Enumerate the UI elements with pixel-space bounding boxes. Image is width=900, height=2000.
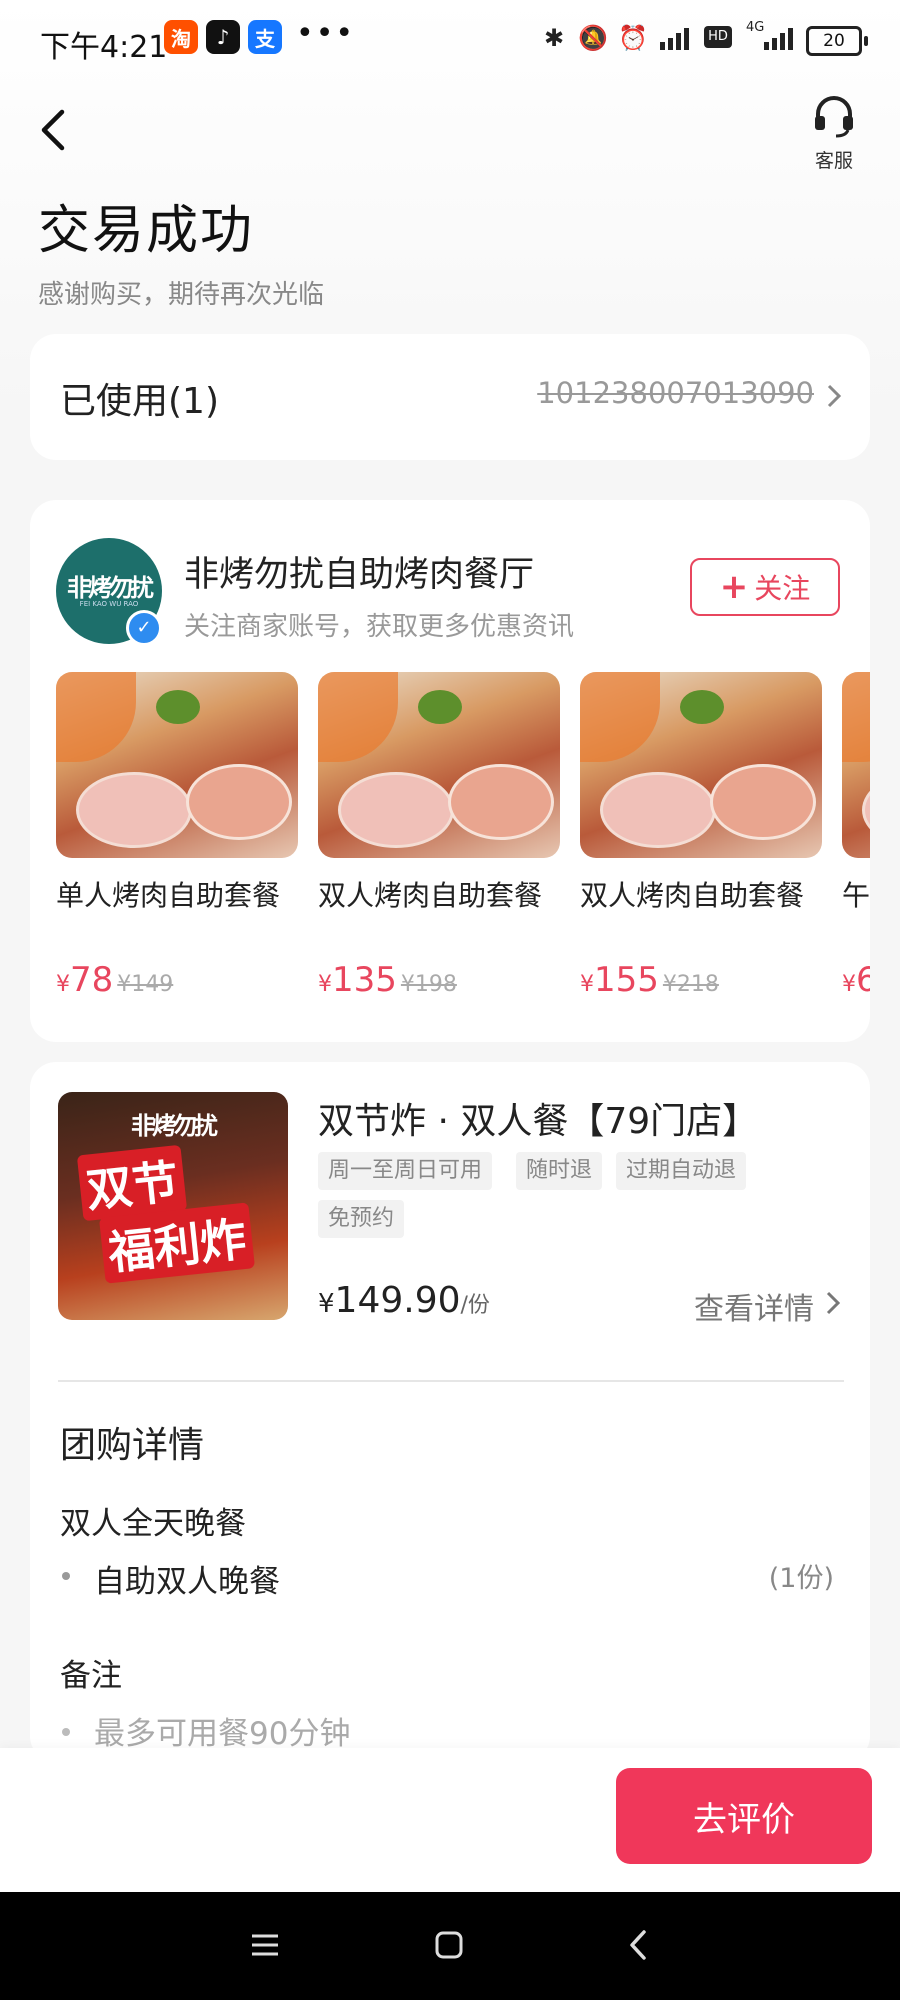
deal-price: ¥149.90/份 — [318, 1280, 490, 1321]
headset-icon — [815, 96, 853, 138]
page-subtitle: 感谢购买，期待再次光临 — [38, 280, 325, 310]
signal-4g-icon — [764, 28, 793, 50]
package-item: 自助双人晚餐 — [94, 1564, 280, 1600]
note-item: 最多可用餐90分钟 — [94, 1716, 351, 1752]
price-original: ¥149 — [117, 972, 174, 997]
status-time: 下午4:21 — [40, 30, 168, 65]
merchant-card: 非烤勿扰 FEI KAO WU RAO ✓ 非烤勿扰自助烤肉餐厅 关注商家账号，… — [30, 500, 870, 1042]
alipay-icon: 支 — [248, 20, 282, 54]
bluetooth-icon: ✱ — [544, 24, 565, 52]
deal-tag: 随时退 — [516, 1152, 603, 1190]
package-item-qty: (1份) — [768, 1563, 834, 1594]
product-card[interactable]: 双人烤肉自助套餐 ¥135 ¥198 — [318, 672, 560, 1000]
product-name: 双人烤肉自助套餐 — [318, 879, 543, 912]
product-image — [56, 672, 298, 858]
logo-subtext: FEI KAO WU RAO — [79, 600, 139, 608]
signal-icon — [660, 28, 689, 50]
price-currency: ¥ — [842, 972, 856, 997]
price-original: ¥198 — [400, 972, 457, 997]
group-buy-title: 团购详情 — [60, 1425, 205, 1466]
bullet-dot — [62, 1572, 70, 1580]
product-card[interactable]: 单人烤肉自助套餐 ¥78 ¥149 — [56, 672, 298, 1000]
product-price: ¥6 — [842, 960, 870, 1000]
follow-label: 关注 — [754, 572, 811, 605]
deal-tag: 周一至周日可用 — [318, 1152, 493, 1190]
verified-icon: ✓ — [126, 610, 162, 646]
plus-icon: + — [719, 567, 749, 607]
deal-title: 双节炸 · 双人餐【79门店】 — [318, 1101, 759, 1142]
price-current: 135 — [332, 960, 397, 1000]
chevron-right-icon — [826, 1291, 840, 1315]
deal-image-line2: 福利炸 — [98, 1202, 256, 1284]
chevron-right-icon — [827, 384, 842, 408]
chevron-left-icon — [41, 109, 65, 151]
view-details-link[interactable]: 查看详情 — [694, 1284, 814, 1328]
mute-icon: 🔕 — [578, 24, 608, 52]
price-current: 155 — [594, 960, 659, 1000]
product-image — [318, 672, 560, 858]
system-back-icon[interactable] — [614, 1920, 664, 1970]
product-card[interactable]: 双人烤肉自助套餐 ¥155 ¥218 — [580, 672, 822, 1000]
deal-price-currency: ¥ — [318, 1289, 335, 1319]
deal-tag: 过期自动退 — [616, 1152, 747, 1190]
product-card[interactable]: 午 ¥6 — [842, 672, 870, 1000]
product-price: ¥135 ¥198 — [318, 960, 560, 1000]
back-button[interactable] — [34, 100, 74, 160]
follow-button[interactable]: + 关注 — [690, 558, 840, 616]
used-count-label: 已使用(1) — [60, 381, 219, 422]
product-image — [580, 672, 822, 858]
merchant-subtitle: 关注商家账号，获取更多优惠资讯 — [184, 612, 575, 642]
deal-image-brand: 非烤勿扰 — [131, 1112, 218, 1140]
taobao-icon: 淘 — [164, 20, 198, 54]
deal-price-unit: /份 — [460, 1293, 490, 1318]
menu-icon[interactable] — [240, 1920, 290, 1970]
product-image — [842, 672, 870, 858]
home-icon[interactable] — [424, 1920, 474, 1970]
coupon-code: 101238007013090 — [537, 376, 814, 410]
price-current: 78 — [70, 960, 114, 1000]
deal-image[interactable]: 非烤勿扰 双节 福利炸 — [58, 1092, 288, 1320]
coupon-used-row[interactable]: 已使用(1) 101238007013090 — [30, 334, 870, 460]
product-name: 午 — [842, 879, 870, 912]
deal-price-value: 149.90 — [334, 1280, 461, 1321]
product-price: ¥78 ¥149 — [56, 960, 298, 1000]
review-button[interactable]: 去评价 — [616, 1768, 872, 1864]
page-title: 交易成功 — [38, 201, 255, 261]
alarm-icon: ⏰ — [618, 24, 648, 52]
price-currency: ¥ — [580, 972, 594, 997]
note-title: 备注 — [60, 1658, 122, 1694]
price-original: ¥218 — [662, 972, 719, 997]
product-price: ¥155 ¥218 — [580, 960, 822, 1000]
price-currency: ¥ — [318, 972, 332, 997]
deal-card: 非烤勿扰 双节 福利炸 双节炸 · 双人餐【79门店】 周一至周日可用 随时退 … — [30, 1062, 870, 1762]
battery-indicator: 20 — [806, 26, 868, 56]
bullet-dot — [62, 1728, 70, 1736]
douyin-icon: ♪ — [206, 20, 240, 54]
more-notifications-icon: ••• — [296, 16, 356, 51]
package-name: 双人全天晚餐 — [60, 1506, 246, 1542]
deal-tag: 免预约 — [318, 1200, 405, 1238]
product-name: 双人烤肉自助套餐 — [580, 879, 805, 912]
price-currency: ¥ — [56, 972, 70, 997]
product-name: 单人烤肉自助套餐 — [56, 879, 281, 912]
hd-icon: HD — [704, 26, 732, 48]
customer-service-label: 客服 — [814, 150, 853, 172]
divider — [58, 1380, 844, 1382]
price-current: 6 — [856, 960, 870, 1000]
logo-text: 非烤勿扰 — [67, 574, 154, 602]
merchant-name[interactable]: 非烤勿扰自助烤肉餐厅 — [184, 546, 534, 597]
customer-service-button[interactable]: 客服 — [808, 94, 860, 173]
product-carousel[interactable]: 单人烤肉自助套餐 ¥78 ¥149 双人烤肉自助套餐 ¥135 ¥198 双人烤肉自… — [56, 672, 870, 1012]
